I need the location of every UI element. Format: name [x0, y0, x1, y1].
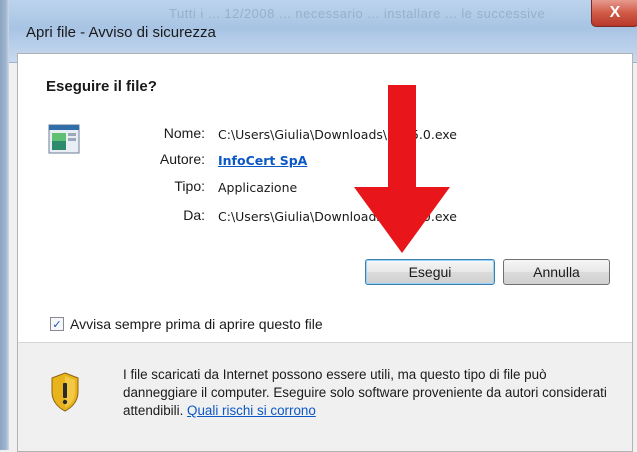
name-label: Nome: [163, 125, 205, 141]
dialog-question: Eseguire il file? [46, 78, 157, 95]
source-value: C:\Users\Giulia\Downloads\...5.5.0.exe [218, 209, 457, 224]
always-warn-checkbox[interactable]: ✓ [50, 317, 64, 331]
author-value[interactable]: InfoCert SpA [218, 153, 307, 168]
warning-message: I file scaricati da Internet possono ess… [123, 366, 618, 420]
author-label: Autore: [159, 151, 205, 167]
risks-link[interactable]: Quali rischi si corrono [187, 403, 316, 418]
source-label: Da: [183, 207, 205, 223]
background-window-text: Tutti i ... 12/2008 ... necessario ... i… [169, 6, 546, 21]
window-title: Apri file - Avviso di sicurezza [26, 24, 216, 41]
application-file-icon [48, 124, 80, 154]
cancel-button[interactable]: Annulla [503, 259, 610, 285]
run-button[interactable]: Esegui [365, 259, 495, 285]
type-value: Applicazione [218, 180, 298, 195]
security-warning-dialog: Tutti i ... 12/2008 ... necessario ... i… [9, 0, 637, 452]
always-warn-option[interactable]: ✓ Avvisa sempre prima di aprire questo f… [50, 316, 323, 332]
close-icon: X [609, 4, 621, 21]
dialog-body: Eseguire il file? Nome: C:\Users\Giulia\… [17, 53, 633, 452]
separator [18, 342, 632, 343]
always-warn-label[interactable]: Avvisa sempre prima di aprire questo fil… [70, 316, 323, 332]
close-button[interactable]: X [591, 0, 637, 27]
file-details-panel: Eseguire il file? Nome: C:\Users\Giulia\… [18, 54, 632, 342]
warning-shield-icon [51, 372, 79, 412]
author-link[interactable]: InfoCert SpA [218, 153, 307, 168]
type-label: Tipo: [174, 178, 205, 194]
name-value: C:\Users\Giulia\Downloads\...5.5.0.exe [218, 127, 457, 142]
